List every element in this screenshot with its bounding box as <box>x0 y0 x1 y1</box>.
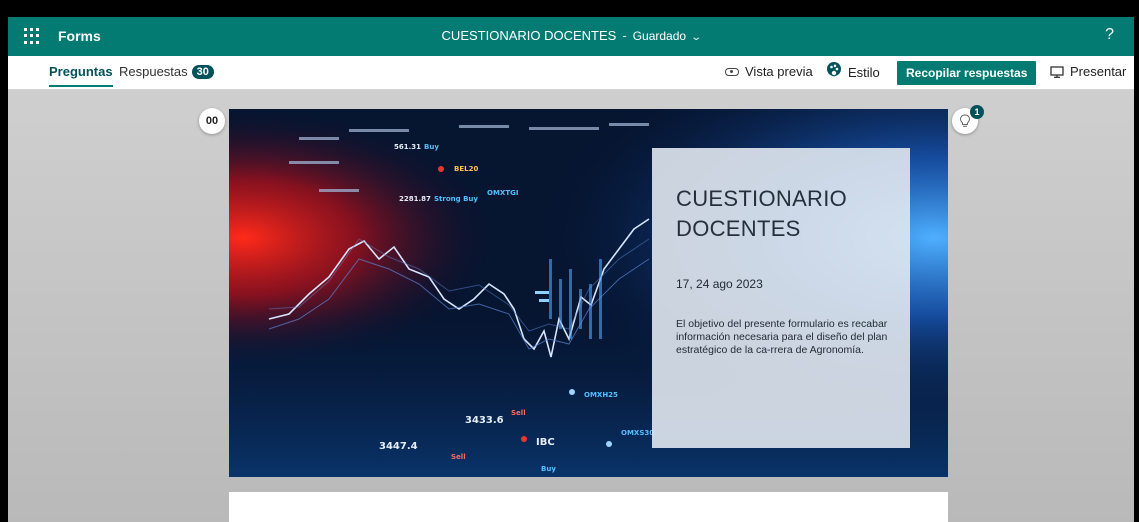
app-header: Forms CUESTIONARIO DOCENTES - Guardado ⌄ ? <box>8 17 1134 56</box>
chevron-down-icon[interactable]: ⌄ <box>690 32 702 43</box>
eye-icon <box>725 67 739 76</box>
ticker-text: Strong Buy <box>434 195 478 203</box>
ideas-count-badge: 1 <box>970 105 984 119</box>
lightbulb-glyph <box>959 114 971 127</box>
responses-count-badge: 30 <box>191 65 214 79</box>
pause-icon[interactable]: 00 <box>199 108 225 134</box>
title-card[interactable]: CUESTIONARIO DOCENTES 17, 24 ago 2023 El… <box>652 148 910 448</box>
ticker-text: OMXH25 <box>584 391 618 399</box>
help-button[interactable]: ? <box>1105 26 1114 44</box>
ticker-text: BEL20 <box>454 165 478 173</box>
form-body-panel <box>229 492 948 522</box>
tab-responses-label: Respuestas <box>119 64 188 79</box>
ticker-text: OMXS30 <box>621 429 654 437</box>
preview-button[interactable]: Vista previa <box>725 64 813 79</box>
ticker-text: IBC <box>536 437 555 448</box>
style-button[interactable]: Estilo <box>826 62 880 80</box>
ticker-text: 3447.4 <box>379 441 418 452</box>
toolbar: Preguntas Respuestas 30 Vista previa Esti… <box>8 56 1134 90</box>
present-button[interactable]: Presentar <box>1050 64 1126 79</box>
ticker-text: 3433.6 <box>465 415 504 426</box>
ticker-text: Buy <box>424 143 439 151</box>
palette-icon <box>827 62 841 77</box>
style-label: Estilo <box>848 64 880 80</box>
ticker-text: 561.31 <box>394 143 421 151</box>
collect-responses-button[interactable]: Recopilar respuestas <box>897 61 1037 85</box>
ticker-text: Sell <box>511 409 526 417</box>
save-status: Guardado <box>632 29 687 43</box>
tab-questions[interactable]: Preguntas <box>49 64 113 87</box>
theme-banner-image: 561.31 Buy BEL20 2281.87 Strong Buy OMXT… <box>229 109 948 477</box>
form-description[interactable]: El objetivo del presente formulario es r… <box>676 318 888 357</box>
form-canvas: 561.31 Buy BEL20 2281.87 Strong Buy OMXT… <box>8 90 1134 522</box>
preview-label: Vista previa <box>745 64 813 79</box>
title-separator: - <box>622 28 627 43</box>
tab-responses[interactable]: Respuestas 30 <box>119 64 214 79</box>
ticker-text: OMXTGI <box>487 189 518 197</box>
present-label: Presentar <box>1070 64 1127 79</box>
form-title-area[interactable]: CUESTIONARIO DOCENTES - Guardado ⌄ <box>8 28 1134 43</box>
form-date: 17, 24 ago 2023 <box>676 277 763 291</box>
monitor-icon <box>1050 65 1064 78</box>
ticker-text: 2281.87 <box>399 195 431 203</box>
form-title-heading[interactable]: CUESTIONARIO DOCENTES <box>676 184 896 244</box>
ticker-text: Buy <box>541 465 556 473</box>
form-title: CUESTIONARIO DOCENTES <box>441 28 617 43</box>
forms-window: Forms CUESTIONARIO DOCENTES - Guardado ⌄ ? … <box>8 17 1134 522</box>
ticker-text: Sell <box>451 453 466 461</box>
